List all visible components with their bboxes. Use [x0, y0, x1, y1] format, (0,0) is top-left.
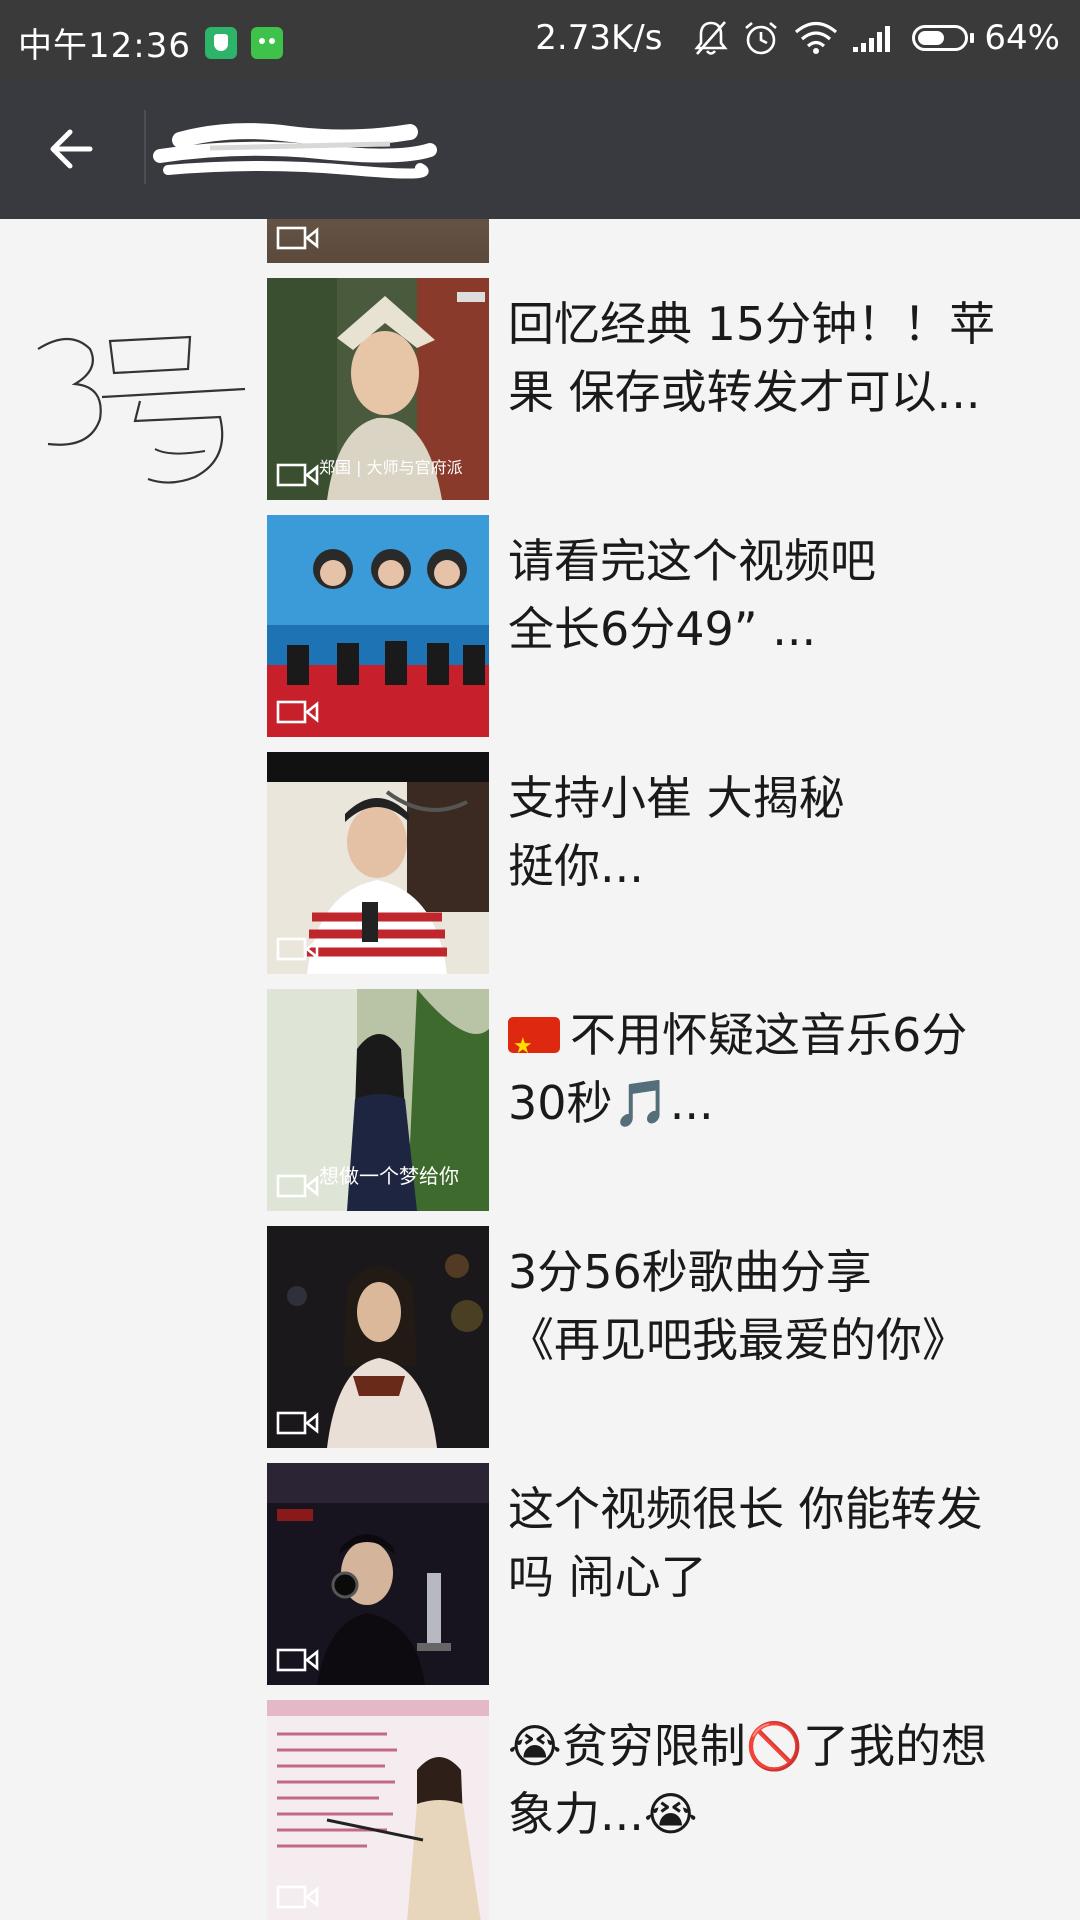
- article-title: 支持小崔 大揭秘 挺你...: [508, 771, 845, 893]
- list-item[interactable]: 这个视频很长 你能转发 吗 闹心了: [0, 1463, 1080, 1685]
- video-thumbnail[interactable]: [267, 1226, 489, 1448]
- article-title: 不用怀疑这音乐6分 30秒🎵...: [508, 1001, 1048, 1137]
- title-bar: [0, 78, 1080, 219]
- list-item[interactable]: 😭贫穷限制🚫了我的想 象力...😭: [0, 1700, 1080, 1920]
- status-bar: 中午12:36 2.73K/s 64%: [0, 0, 1080, 78]
- title-divider: [144, 110, 146, 184]
- video-thumbnail[interactable]: [267, 219, 489, 263]
- video-camera-icon: [276, 937, 319, 961]
- article-title: 😭贫穷限制🚫了我的想 象力...😭: [508, 1719, 988, 1841]
- video-thumbnail[interactable]: [267, 515, 489, 737]
- video-thumbnail[interactable]: 郑国 | 大师与官府派: [267, 278, 489, 500]
- video-camera-icon: [276, 226, 319, 250]
- wifi-icon: [794, 21, 838, 55]
- status-bar-right: 2.73K/s 64%: [535, 18, 1060, 58]
- video-thumbnail[interactable]: 想做一个梦给你: [267, 989, 489, 1211]
- article-title: 请看完这个视频吧 全长6分49” ...: [508, 534, 876, 656]
- video-thumbnail[interactable]: [267, 1463, 489, 1685]
- battery-icon: [912, 25, 969, 51]
- back-button[interactable]: [40, 116, 106, 182]
- list-item[interactable]: 郑国 | 大师与官府派 回忆经典 15分钟！！苹 果 保存或转发才可以...: [0, 278, 1080, 500]
- video-thumbnail[interactable]: [267, 1700, 489, 1920]
- robot-app-icon: [250, 26, 283, 59]
- list-item[interactable]: 3分56秒歌曲分享 《再见吧我最爱的你》: [0, 1226, 1080, 1448]
- network-speed: 2.73K/s: [535, 18, 663, 58]
- thumbnail-caption: 郑国 | 大师与官府派: [319, 458, 463, 477]
- shield-app-icon: [204, 26, 237, 59]
- video-camera-icon: [276, 1174, 319, 1198]
- signal-icon: [852, 23, 896, 53]
- video-thumbnail[interactable]: [267, 752, 489, 974]
- thumbnail-caption: 想做一个梦给你: [319, 1164, 459, 1188]
- status-bar-left: 中午12:36: [18, 18, 283, 67]
- video-camera-icon: [276, 463, 319, 487]
- video-camera-icon: [276, 1885, 319, 1909]
- mute-bell-icon: [694, 19, 729, 57]
- arrow-left-icon: [50, 129, 93, 169]
- article-title-text: 不用怀疑这音乐6分 30秒🎵...: [508, 1008, 968, 1130]
- list-item[interactable]: [0, 219, 1080, 263]
- video-camera-icon: [276, 700, 319, 724]
- article-title: 3分56秒歌曲分享 《再见吧我最爱的你》: [508, 1245, 968, 1367]
- article-list-area[interactable]: 郑国 | 大师与官府派 回忆经典 15分钟！！苹 果 保存或转发才可以... 请…: [0, 219, 1080, 1920]
- list-item[interactable]: 请看完这个视频吧 全长6分49” ...: [0, 515, 1080, 737]
- redacted-title-scribble: [153, 123, 437, 179]
- battery-percent: 64%: [984, 18, 1060, 58]
- video-camera-icon: [276, 1648, 319, 1672]
- list-item[interactable]: 支持小崔 大揭秘 挺你...: [0, 752, 1080, 974]
- china-flag-icon: [508, 1013, 560, 1081]
- list-item[interactable]: 想做一个梦给你 不用怀疑这音乐6分 30秒🎵...: [0, 989, 1080, 1211]
- article-title: 这个视频很长 你能转发 吗 闹心了: [508, 1482, 983, 1604]
- battery-nub: [970, 33, 975, 43]
- battery-level: [918, 31, 945, 45]
- article-title: 回忆经典 15分钟！！苹 果 保存或转发才可以...: [508, 297, 996, 419]
- video-camera-icon: [276, 1411, 319, 1435]
- alarm-icon: [742, 19, 780, 57]
- status-time: 中午12:36: [18, 26, 191, 66]
